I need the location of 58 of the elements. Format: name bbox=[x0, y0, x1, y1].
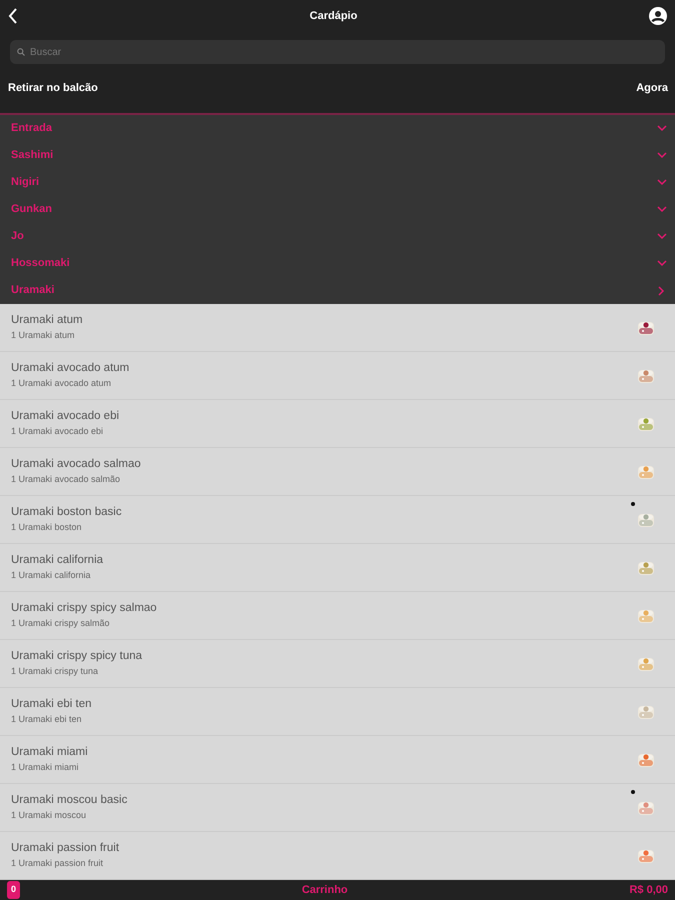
cart-button[interactable]: Carrinho bbox=[302, 882, 348, 898]
menu-item-row[interactable]: Uramaki avocado atum 1 Uramaki avocado atum bbox=[0, 352, 675, 400]
item-name: Uramaki avocado atum bbox=[11, 361, 130, 376]
item-description: 1 Uramaki california bbox=[11, 569, 92, 582]
item-name: Uramaki california bbox=[11, 553, 104, 568]
account-icon[interactable] bbox=[649, 7, 667, 25]
chevron-icon bbox=[657, 178, 667, 188]
menu-item-row[interactable]: Uramaki crispy spicy salmao 1 Uramaki crispy salmão bbox=[0, 592, 675, 640]
chevron-icon bbox=[657, 258, 667, 268]
item-name: Uramaki miami bbox=[11, 745, 89, 760]
category-row[interactable]: Uramaki bbox=[0, 277, 675, 304]
page-title: Cardápio bbox=[310, 8, 358, 24]
item-description: 1 Uramaki ebi ten bbox=[11, 713, 83, 726]
chevron-icon bbox=[657, 150, 667, 160]
menu-item-row[interactable]: Uramaki avocado salmao 1 Uramaki avocado salmão bbox=[0, 448, 675, 496]
category-row[interactable]: Sashimi bbox=[0, 142, 675, 169]
item-name: Uramaki avocado ebi bbox=[11, 409, 120, 424]
item-description: 1 Uramaki atum bbox=[11, 329, 76, 342]
chevron-icon bbox=[657, 286, 667, 296]
item-description: 1 Uramaki boston bbox=[11, 521, 83, 534]
chevron-icon bbox=[657, 124, 667, 134]
category-row[interactable]: Hossomaki bbox=[0, 250, 675, 277]
chevron-icon bbox=[657, 232, 667, 242]
item-name: Uramaki atum bbox=[11, 313, 84, 328]
item-name: Uramaki passion fruit bbox=[11, 841, 120, 856]
item-description: 1 Uramaki crispy tuna bbox=[11, 665, 100, 678]
menu-item-row[interactable]: Uramaki moscou basic 1 Uramaki moscou bbox=[0, 784, 675, 832]
menu-item-row[interactable]: Uramaki ebi ten 1 Uramaki ebi ten bbox=[0, 688, 675, 736]
item-name: Uramaki boston basic bbox=[11, 505, 123, 520]
menu-item-row[interactable]: Uramaki atum 1 Uramaki atum bbox=[0, 304, 675, 352]
menu-item-row[interactable]: Uramaki crispy spicy tuna 1 Uramaki crispy tuna bbox=[0, 640, 675, 688]
back-icon[interactable] bbox=[8, 8, 18, 24]
item-description: 1 Uramaki passion fruit bbox=[11, 857, 104, 870]
cart-total: R$ 0,00 bbox=[629, 882, 668, 898]
item-description: 1 Uramaki miami bbox=[11, 761, 80, 774]
item-description: 1 Uramaki avocado atum bbox=[11, 377, 112, 390]
item-name: Uramaki ebi ten bbox=[11, 697, 93, 712]
item-description: 1 Uramaki crispy salmão bbox=[11, 617, 111, 630]
pickup-label: Retirar no balcão bbox=[8, 81, 98, 96]
item-name: Uramaki crispy spicy salmao bbox=[11, 601, 158, 616]
item-name: Uramaki avocado salmao bbox=[11, 457, 142, 472]
pickup-time[interactable]: Agora bbox=[636, 80, 668, 97]
category-row[interactable]: Entrada bbox=[0, 115, 675, 142]
item-description: 1 Uramaki avocado ebi bbox=[11, 425, 104, 438]
item-description: 1 Uramaki moscou bbox=[11, 809, 88, 822]
menu-item-row[interactable]: Uramaki miami 1 Uramaki miami bbox=[0, 736, 675, 784]
category-row[interactable]: Jo bbox=[0, 223, 675, 250]
menu-item-row[interactable]: Uramaki boston basic 1 Uramaki boston bbox=[0, 496, 675, 544]
cart-count-badge: 0 bbox=[7, 881, 20, 899]
item-description: 1 Uramaki avocado salmão bbox=[11, 473, 122, 486]
category-row[interactable]: Nigiri bbox=[0, 169, 675, 196]
search-field[interactable]: Buscar bbox=[10, 40, 665, 64]
item-name: Uramaki crispy spicy tuna bbox=[11, 649, 144, 664]
item-name: Uramaki moscou basic bbox=[11, 793, 128, 808]
chevron-icon bbox=[657, 204, 667, 214]
menu-item-row[interactable]: Uramaki california 1 Uramaki california bbox=[0, 544, 675, 592]
category-row[interactable]: Gunkan bbox=[0, 196, 675, 223]
menu-item-row[interactable]: Uramaki avocado ebi 1 Uramaki avocado ebi bbox=[0, 400, 675, 448]
